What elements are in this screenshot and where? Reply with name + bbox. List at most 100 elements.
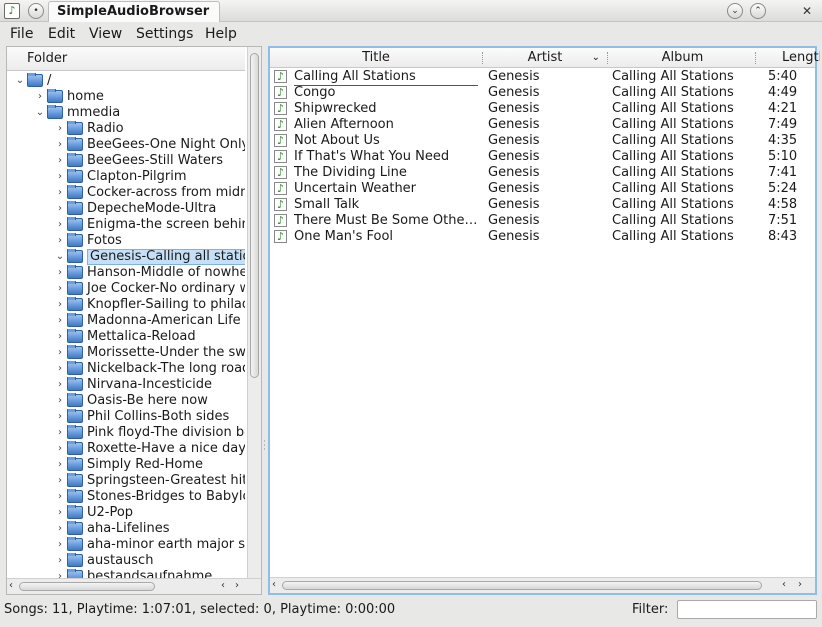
folder-tree-item[interactable]: › Roxette-Have a nice day (7, 441, 245, 457)
folder-tree-item[interactable]: › Fotos (7, 233, 245, 249)
collapsed-arrow-icon[interactable]: › (55, 297, 65, 313)
table-row[interactable]: ♪ Uncertain Weather Genesis Calling All Sta… (270, 181, 815, 197)
menu-edit[interactable]: Edit (48, 25, 75, 43)
column-title[interactable]: Title (270, 48, 482, 68)
folder-header[interactable]: Folder (7, 47, 245, 71)
window-menu-button[interactable]: • (28, 3, 44, 19)
folder-tree-item[interactable]: › austausch (7, 553, 245, 569)
folder-tree-item[interactable]: › Morissette-Under the swing (7, 345, 245, 361)
folder-tree-item[interactable]: › Simply Red-Home (7, 457, 245, 473)
collapsed-arrow-icon[interactable]: › (55, 553, 65, 569)
table-row[interactable]: ♪ One Man's Fool Genesis Calling All Statio… (270, 229, 815, 245)
table-row[interactable]: ♪ The Dividing Line Genesis Calling All Sta… (270, 165, 815, 181)
collapsed-arrow-icon[interactable]: › (55, 441, 65, 457)
expanded-arrow-icon[interactable]: ⌄ (55, 249, 65, 265)
close-button[interactable]: ✕ (799, 3, 815, 19)
folder-tree-item[interactable]: › Enigma-the screen behind the mirror (7, 217, 245, 233)
column-separator[interactable] (755, 52, 757, 64)
scroll-left-icon[interactable]: ‹ (782, 579, 786, 590)
folder-vertical-scrollbar[interactable] (247, 47, 261, 578)
folder-tree-item[interactable]: ⌄ / (7, 73, 245, 89)
scroll-left-icon[interactable]: ‹ (9, 580, 13, 591)
songs-horizontal-scrollbar[interactable]: ‹ ‹ › (270, 577, 815, 593)
collapsed-arrow-icon[interactable]: › (55, 361, 65, 377)
expanded-arrow-icon[interactable]: ⌄ (15, 73, 25, 89)
collapsed-arrow-icon[interactable]: › (55, 409, 65, 425)
filter-input[interactable] (677, 600, 817, 619)
column-album[interactable]: Album (610, 48, 755, 68)
minimize-button[interactable]: ⌄ (727, 3, 743, 19)
scroll-thumb[interactable] (19, 582, 155, 591)
collapsed-arrow-icon[interactable]: › (55, 121, 65, 137)
folder-tree-item[interactable]: › Hanson-Middle of nowhere (7, 265, 245, 281)
collapsed-arrow-icon[interactable]: › (55, 185, 65, 201)
collapsed-arrow-icon[interactable]: › (55, 569, 65, 578)
collapsed-arrow-icon[interactable]: › (55, 537, 65, 553)
collapsed-arrow-icon[interactable]: › (55, 505, 65, 521)
collapsed-arrow-icon[interactable]: › (55, 521, 65, 537)
folder-tree-item[interactable]: › Clapton-Pilgrim (7, 169, 245, 185)
scroll-thumb[interactable] (250, 53, 259, 378)
scroll-thumb[interactable] (282, 581, 762, 590)
collapsed-arrow-icon[interactable]: › (55, 473, 65, 489)
collapsed-arrow-icon[interactable]: › (55, 457, 65, 473)
folder-tree-item[interactable]: › BeeGees-Still Waters (7, 153, 245, 169)
collapsed-arrow-icon[interactable]: › (55, 265, 65, 281)
folder-tree-item[interactable]: › U2-Pop (7, 505, 245, 521)
scroll-right-icon[interactable]: › (235, 580, 239, 591)
app-icon[interactable]: ♪ (4, 3, 20, 19)
folder-tree-item[interactable]: › Knopfler-Sailing to philadelphia (7, 297, 245, 313)
column-separator[interactable] (482, 52, 484, 64)
folder-horizontal-scrollbar[interactable]: ‹ ‹ › (7, 578, 261, 594)
maximize-button[interactable]: ⌃ (750, 3, 766, 19)
scroll-right-icon[interactable]: › (798, 579, 802, 590)
folder-tree-item[interactable]: › DepecheMode-Ultra (7, 201, 245, 217)
collapsed-arrow-icon[interactable]: › (55, 489, 65, 505)
menu-view[interactable]: View (89, 25, 122, 43)
folder-tree-item[interactable]: › Cocker-across from midnight (7, 185, 245, 201)
folder-tree-item[interactable]: › Joe Cocker-No ordinary world (7, 281, 245, 297)
table-row[interactable]: ♪ There Must Be Some Other Way Genesis Call… (270, 213, 815, 229)
collapsed-arrow-icon[interactable]: › (55, 329, 65, 345)
collapsed-arrow-icon[interactable]: › (55, 393, 65, 409)
collapsed-arrow-icon[interactable]: › (55, 313, 65, 329)
folder-tree-item[interactable]: › Madonna-American Life (7, 313, 245, 329)
table-row[interactable]: ♪ If That's What You Need Genesis Calling A… (270, 149, 815, 165)
collapsed-arrow-icon[interactable]: › (55, 137, 65, 153)
table-row[interactable]: ♪ Small Talk Genesis Calling All Stations 4:… (270, 197, 815, 213)
scroll-left-icon[interactable]: ‹ (221, 580, 225, 591)
column-separator[interactable] (607, 52, 609, 64)
table-row[interactable]: ♪ Congo Genesis Calling All Stations 4:49 (270, 85, 815, 101)
folder-tree-item[interactable]: › Mettalica-Reload (7, 329, 245, 345)
collapsed-arrow-icon[interactable]: › (55, 425, 65, 441)
collapsed-arrow-icon[interactable]: › (55, 233, 65, 249)
collapsed-arrow-icon[interactable]: › (55, 153, 65, 169)
splitter-handle[interactable]: · · · (263, 438, 266, 455)
collapsed-arrow-icon[interactable]: › (55, 217, 65, 233)
folder-tree-item[interactable]: › Nickelback-The long road (7, 361, 245, 377)
column-artist[interactable]: Artist ⌄ (486, 48, 604, 68)
folder-tree-item[interactable]: ⌄ Genesis-Calling all stations (7, 249, 245, 265)
table-row[interactable]: ♪ Calling All Stations Genesis Calling All … (270, 69, 815, 86)
folder-tree-item[interactable]: › Radio (7, 121, 245, 137)
folder-tree-item[interactable]: › Nirvana-Incesticide (7, 377, 245, 393)
collapsed-arrow-icon[interactable]: › (55, 377, 65, 393)
collapsed-arrow-icon[interactable]: › (55, 201, 65, 217)
menu-help[interactable]: Help (205, 25, 237, 43)
table-row[interactable]: ♪ Alien Afternoon Genesis Calling All Stati… (270, 117, 815, 133)
folder-tree-item[interactable]: › bestandsaufnahme (7, 569, 245, 578)
folder-tree-item[interactable]: › home (7, 89, 245, 105)
scroll-left-icon[interactable]: ‹ (272, 579, 276, 590)
folder-tree-item[interactable]: › Springsteen-Greatest hits (7, 473, 245, 489)
collapsed-arrow-icon[interactable]: › (35, 89, 45, 105)
folder-tree-item[interactable]: › aha-minor earth major sky (7, 537, 245, 553)
expanded-arrow-icon[interactable]: ⌄ (35, 105, 45, 121)
collapsed-arrow-icon[interactable]: › (55, 345, 65, 361)
menu-file[interactable]: File (10, 25, 33, 43)
column-length[interactable]: Length (760, 48, 820, 68)
collapsed-arrow-icon[interactable]: › (55, 281, 65, 297)
folder-tree-item[interactable]: › aha-Lifelines (7, 521, 245, 537)
menu-settings[interactable]: Settings (136, 25, 193, 43)
folder-tree-item[interactable]: ⌄ mmedia (7, 105, 245, 121)
folder-tree-item[interactable]: › BeeGees-One Night Only (7, 137, 245, 153)
